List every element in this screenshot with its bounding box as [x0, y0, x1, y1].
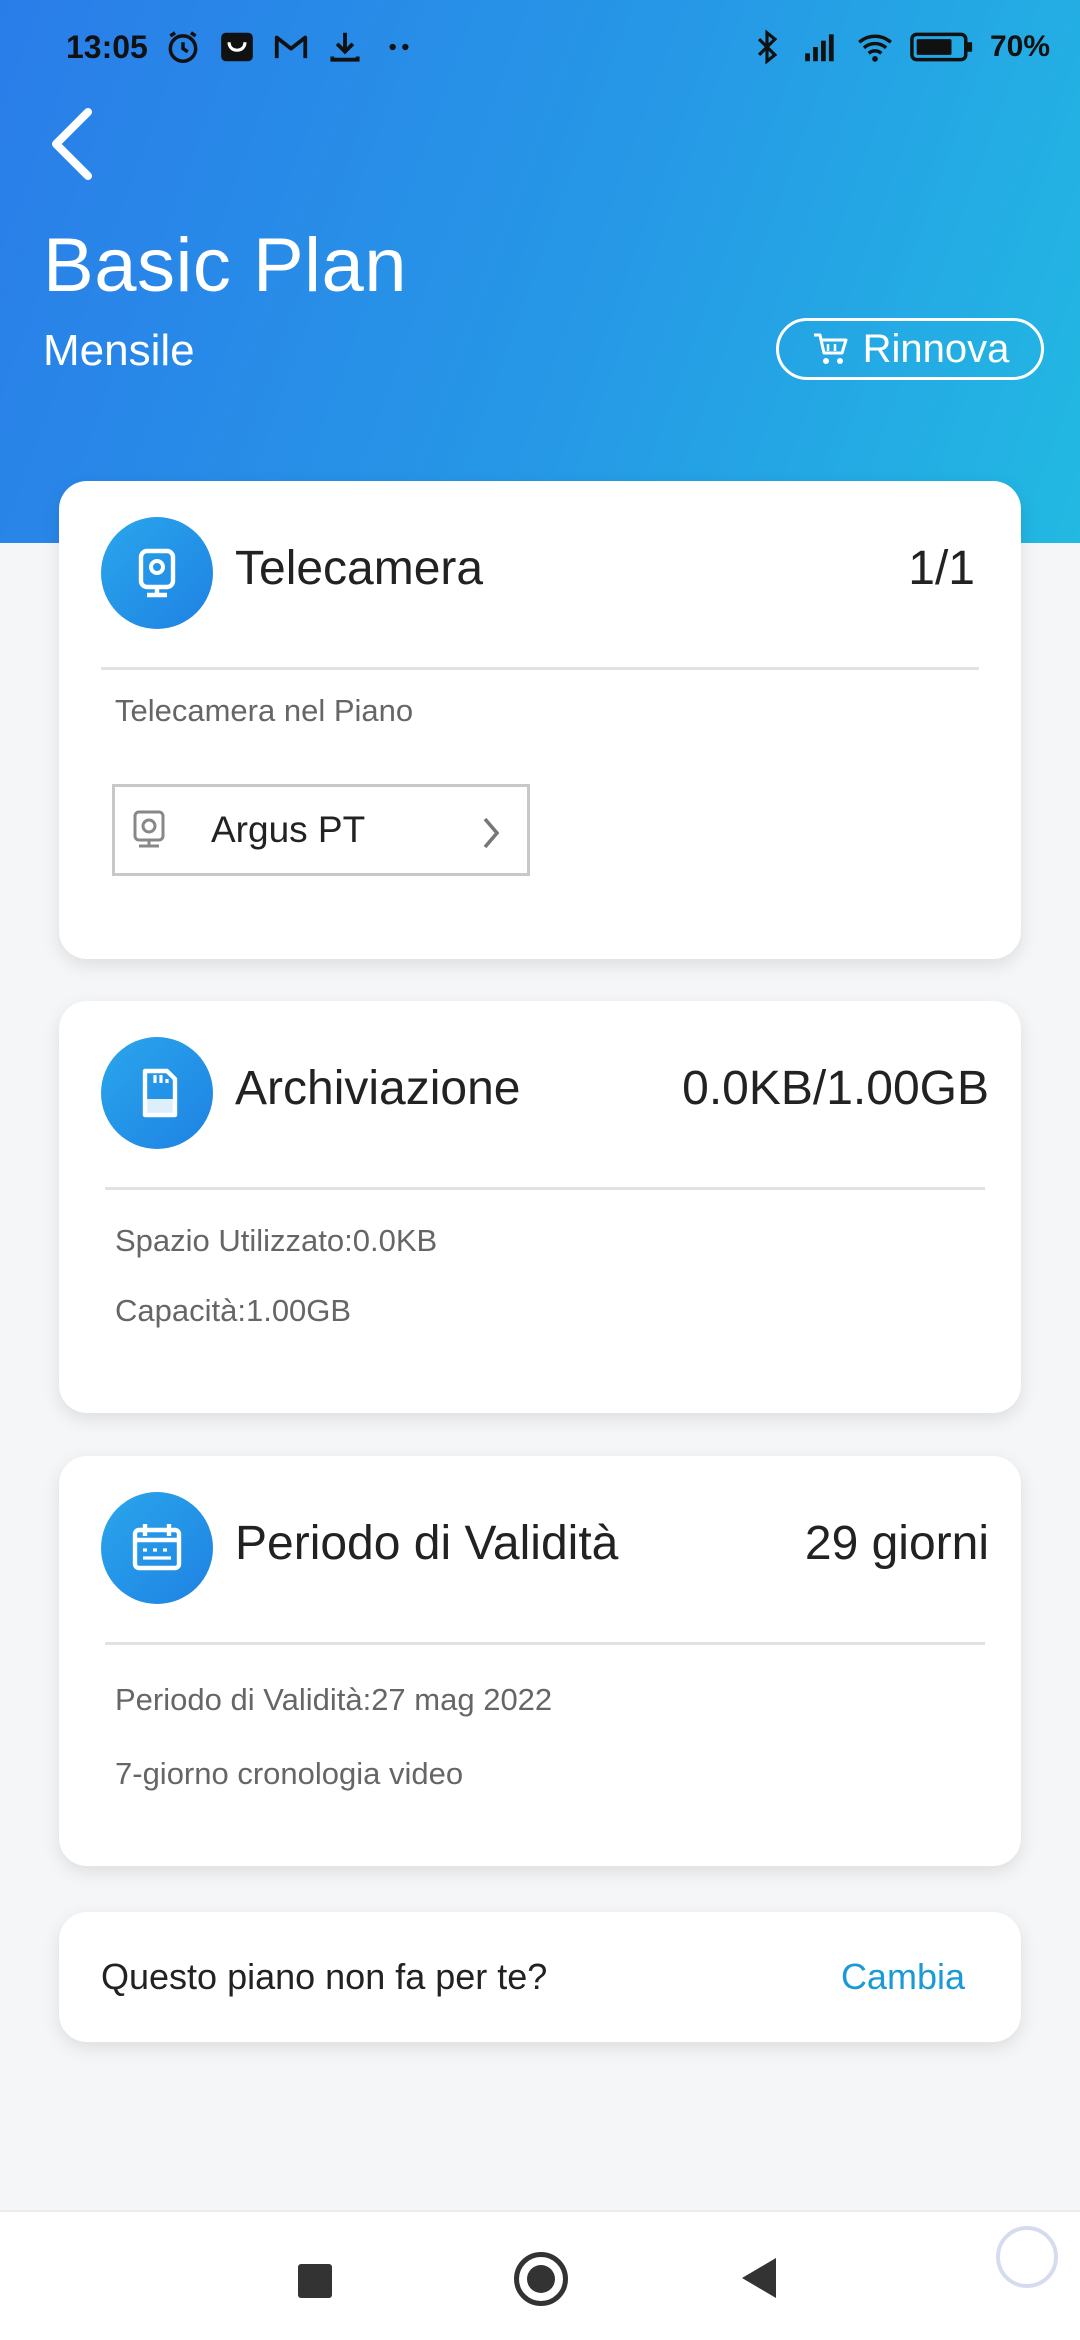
storage-usage: 0.0KB/1.00GB	[682, 1062, 989, 1115]
cart-icon	[813, 333, 848, 364]
camera-card: Telecamera 1/1 Telecamera nel Piano Argu…	[59, 481, 1021, 959]
home-button[interactable]	[514, 2252, 568, 2306]
floating-assistant-button[interactable]	[996, 2226, 1058, 2288]
device-name: Argus PT	[211, 809, 366, 850]
camera-card-title: Telecamera	[235, 542, 484, 595]
camera-icon	[101, 517, 213, 629]
change-plan-link[interactable]: Cambia	[841, 1956, 965, 1998]
battery-icon	[910, 28, 974, 66]
change-plan-card: Questo piano non fa per te? Cambia	[59, 1912, 1021, 2042]
camera-count: 1/1	[908, 542, 975, 595]
storage-capacity: Capacità:1.00GB	[115, 1293, 352, 1328]
battery-percent: 70%	[989, 30, 1050, 63]
status-time: 13:05	[66, 28, 148, 65]
validity-period: Periodo di Validità:27 mag 2022	[115, 1682, 553, 1717]
device-item-argus-pt[interactable]: Argus PT	[112, 784, 530, 876]
page-title: Basic Plan	[43, 223, 408, 308]
change-plan-question: Questo piano non fa per te?	[101, 1956, 548, 1997]
sd-card-icon	[101, 1037, 213, 1149]
status-bar: 13:05 70%	[0, 0, 1080, 96]
validity-card: Periodo di Validità 29 giorni Periodo di…	[59, 1456, 1021, 1866]
storage-used: Spazio Utilizzato:0.0KB	[115, 1223, 438, 1258]
validity-days: 29 giorni	[804, 1517, 989, 1570]
divider	[105, 1187, 985, 1190]
renew-button[interactable]: Rinnova	[776, 318, 1044, 380]
wifi-icon	[856, 28, 894, 66]
system-nav-bar	[0, 2210, 1080, 2340]
renew-label: Rinnova	[862, 326, 1010, 371]
chevron-right-icon	[483, 817, 500, 849]
camera-device-icon	[133, 810, 165, 848]
download-icon	[326, 28, 364, 66]
storage-card-title: Archiviazione	[235, 1062, 521, 1115]
divider	[105, 1642, 985, 1645]
shopping-bag-icon	[218, 28, 256, 66]
storage-card: Archiviazione 0.0KB/1.00GB Spazio Utiliz…	[59, 1001, 1021, 1413]
alarm-icon	[164, 28, 202, 66]
more-dots-icon	[380, 28, 418, 66]
plan-billing-cycle: Mensile	[43, 326, 195, 375]
divider	[101, 667, 979, 670]
video-history: 7-giorno cronologia video	[115, 1756, 464, 1791]
back-button[interactable]	[40, 104, 100, 184]
bluetooth-icon	[748, 28, 786, 66]
chevron-left-icon	[52, 108, 92, 180]
validity-card-title: Periodo di Validità	[235, 1517, 619, 1570]
gmail-icon	[272, 28, 310, 66]
camera-section-label: Telecamera nel Piano	[115, 693, 414, 728]
recent-apps-button[interactable]	[298, 2264, 332, 2298]
signal-icon	[802, 28, 840, 66]
calendar-icon	[101, 1492, 213, 1604]
system-back-button[interactable]	[742, 2258, 776, 2298]
